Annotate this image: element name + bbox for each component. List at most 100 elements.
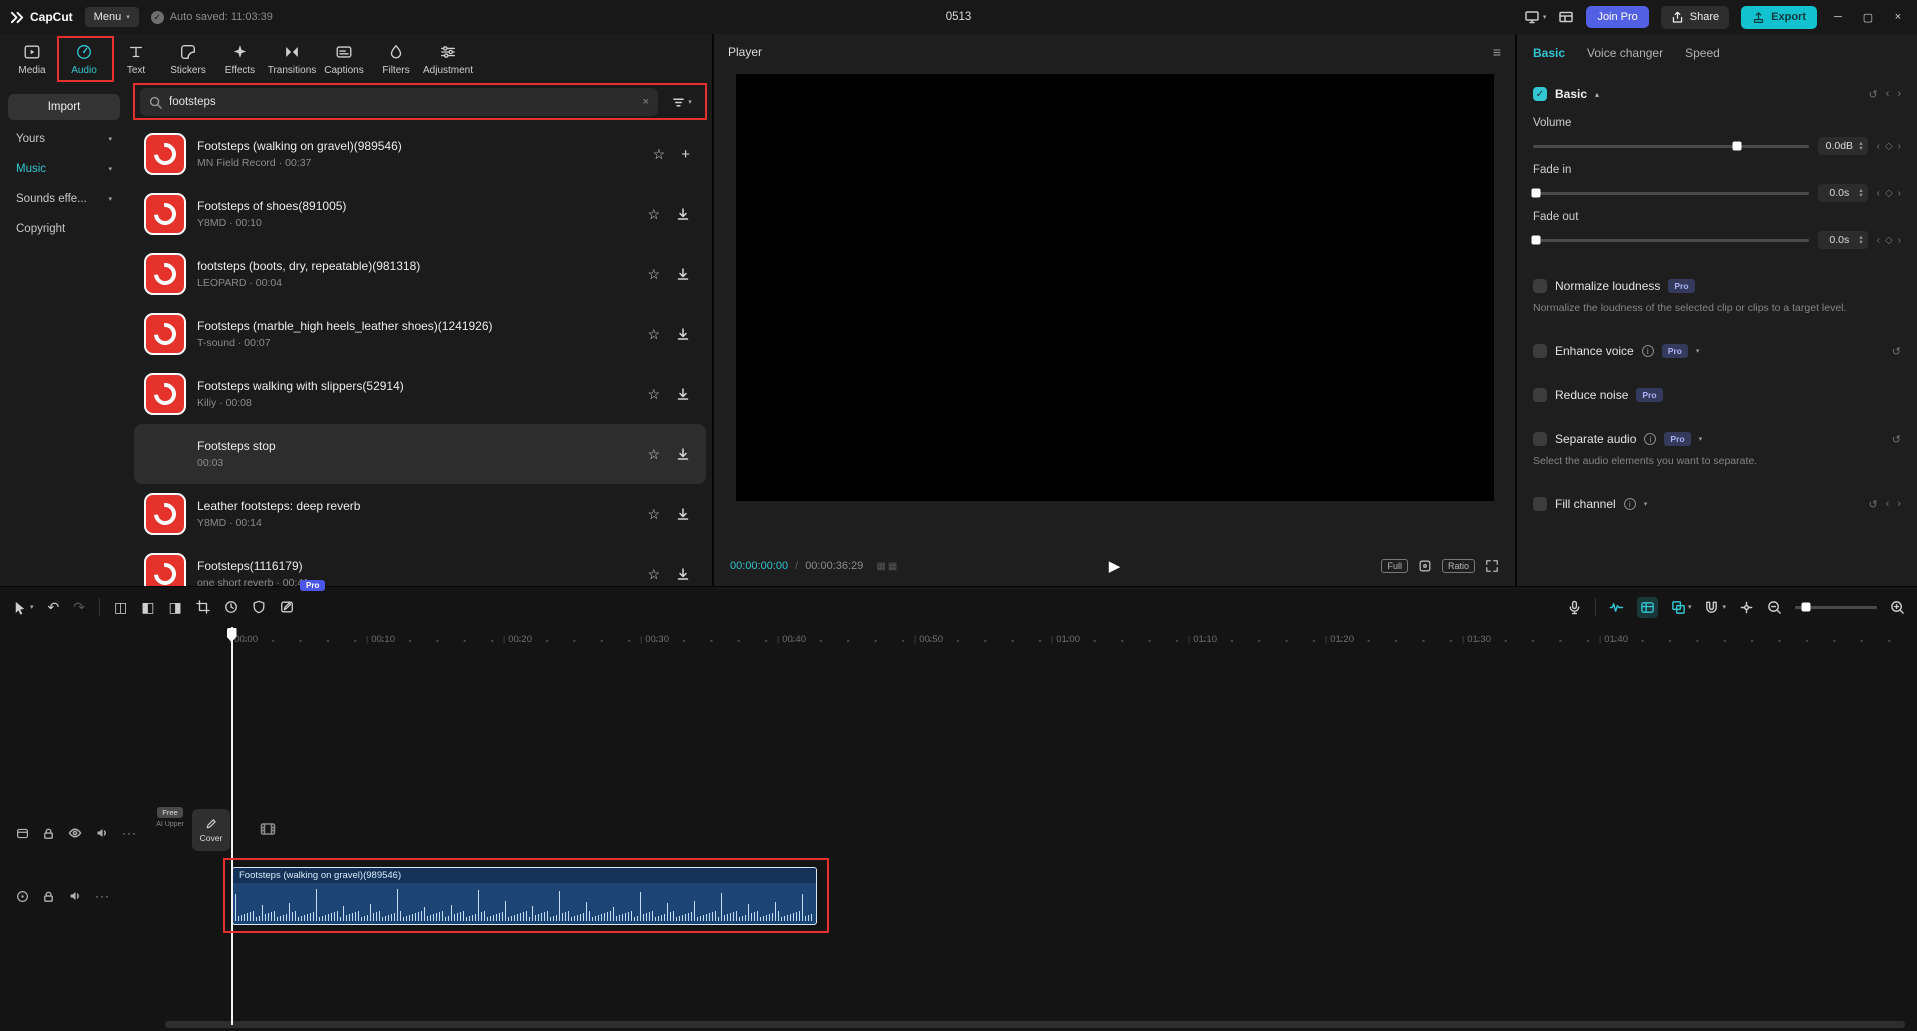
chevron-down-icon[interactable]: ▾ bbox=[1699, 435, 1703, 443]
redo-button[interactable]: ↷ bbox=[73, 599, 85, 616]
keyframe-next-icon[interactable]: › bbox=[1897, 498, 1901, 510]
download-icon[interactable] bbox=[676, 567, 690, 581]
ai-feature-shortcut[interactable]: Free AI Upper bbox=[155, 807, 185, 857]
favorite-icon[interactable]: ☆ bbox=[647, 206, 660, 223]
keyframe-prev-icon[interactable]: ‹ bbox=[1877, 188, 1880, 199]
reset-icon[interactable]: ↺ bbox=[1868, 498, 1877, 511]
linked-selection-button[interactable] bbox=[1739, 600, 1754, 615]
keyframe-add-icon[interactable]: ◇ bbox=[1885, 141, 1893, 152]
reduce-noise-checkbox[interactable] bbox=[1533, 388, 1547, 402]
keyframe-next-icon[interactable]: › bbox=[1897, 88, 1901, 100]
sidebar-item-copyright[interactable]: Copyright bbox=[8, 217, 120, 240]
favorite-icon[interactable]: ☆ bbox=[647, 266, 660, 283]
timeline-zoom-slider[interactable] bbox=[1795, 602, 1877, 612]
info-icon[interactable]: i bbox=[1641, 345, 1654, 357]
search-box[interactable]: × bbox=[140, 88, 658, 116]
audio-clip[interactable]: Footsteps (walking on gravel)(989546) bbox=[232, 867, 817, 925]
favorite-icon[interactable]: ☆ bbox=[647, 446, 660, 463]
normalize-loudness-checkbox[interactable] bbox=[1533, 279, 1547, 293]
sidebar-item-yours[interactable]: Yours ▾ bbox=[8, 127, 120, 150]
close-button[interactable]: × bbox=[1889, 11, 1907, 23]
tab-audio[interactable]: Audio bbox=[58, 36, 110, 82]
mute-icon[interactable] bbox=[95, 826, 109, 840]
search-input[interactable] bbox=[169, 96, 636, 108]
keyframe-next-icon[interactable]: › bbox=[1898, 235, 1901, 246]
favorite-icon[interactable]: ☆ bbox=[653, 146, 666, 163]
mask-button[interactable] bbox=[252, 600, 266, 614]
audio-result-item[interactable]: Footsteps stop 00:03 ☆ bbox=[134, 424, 706, 484]
minimize-button[interactable]: ─ bbox=[1829, 11, 1847, 23]
magnet-snap-button[interactable]: ▾ bbox=[1704, 600, 1726, 615]
tab-text[interactable]: Text bbox=[110, 36, 162, 82]
fullscreen-icon[interactable] bbox=[1485, 559, 1499, 573]
display-settings-icon[interactable]: ▾ bbox=[1524, 9, 1546, 25]
keyframe-prev-icon[interactable]: ‹ bbox=[1886, 498, 1890, 510]
favorite-icon[interactable]: ☆ bbox=[647, 566, 660, 583]
stepper-icons[interactable]: ▴ ▾ bbox=[1859, 234, 1862, 246]
tab-basic[interactable]: Basic bbox=[1533, 46, 1565, 60]
reset-icon[interactable]: ↺ bbox=[1868, 88, 1877, 101]
keyframe-add-icon[interactable]: ◇ bbox=[1885, 235, 1893, 246]
download-icon[interactable] bbox=[676, 507, 690, 521]
stepper-icons[interactable]: ▴ ▾ bbox=[1859, 187, 1862, 199]
maximize-button[interactable]: ▢ bbox=[1859, 11, 1877, 24]
frame-view-icons[interactable]: ▦▦ bbox=[876, 561, 899, 572]
basic-section-checkbox[interactable]: ✓ bbox=[1533, 87, 1547, 101]
fade-in-value-box[interactable]: 0.0s ▴ ▾ bbox=[1818, 184, 1868, 202]
fade-out-value-box[interactable]: 0.0s ▴ ▾ bbox=[1818, 231, 1868, 249]
keyframe-prev-icon[interactable]: ‹ bbox=[1886, 88, 1890, 100]
video-track-icon[interactable] bbox=[16, 827, 29, 840]
timeline-tracks[interactable]: ··· ··· Free AI Upper Cover Footsteps (w… bbox=[0, 627, 1917, 1031]
menu-button[interactable]: Menu ▾ bbox=[84, 7, 139, 27]
tab-stickers[interactable]: Stickers bbox=[162, 36, 214, 82]
full-quality-badge[interactable]: Full bbox=[1381, 559, 1408, 573]
track-view-toggle-button[interactable] bbox=[1636, 596, 1658, 618]
reset-icon[interactable]: ↺ bbox=[1892, 433, 1901, 446]
undo-button[interactable]: ↶ bbox=[48, 599, 60, 616]
more-options-icon[interactable]: ··· bbox=[95, 889, 110, 903]
zoom-out-button[interactable] bbox=[1767, 600, 1782, 615]
timeline-ruler[interactable]: 00:00 00:10 00:20 00:30 00:40 00:50 01:0… bbox=[0, 627, 1917, 651]
keyframe-prev-icon[interactable]: ‹ bbox=[1877, 141, 1880, 152]
sidebar-item-music[interactable]: Music ▾ bbox=[8, 157, 120, 180]
layers-toggle-button[interactable]: ▾ bbox=[1671, 600, 1691, 615]
tab-effects[interactable]: Effects bbox=[214, 36, 266, 82]
stepper-icons[interactable]: ▴ ▾ bbox=[1859, 140, 1862, 152]
favorite-icon[interactable]: ☆ bbox=[647, 326, 660, 343]
select-tool-button[interactable]: ▾ bbox=[12, 600, 34, 615]
tab-adjustment[interactable]: Adjustment bbox=[422, 36, 474, 82]
download-icon[interactable] bbox=[676, 387, 690, 401]
download-icon[interactable] bbox=[676, 327, 690, 341]
tab-speed[interactable]: Speed bbox=[1685, 46, 1720, 60]
clear-search-icon[interactable]: × bbox=[643, 96, 649, 108]
keyframe-add-icon[interactable]: ◇ bbox=[1885, 188, 1893, 199]
favorite-icon[interactable]: ☆ bbox=[647, 506, 660, 523]
audio-result-item[interactable]: Leather footsteps: deep reverb Y8MD · 00… bbox=[134, 484, 706, 544]
chevron-down-icon[interactable]: ▾ bbox=[1696, 347, 1700, 355]
share-button[interactable]: Share bbox=[1660, 5, 1730, 29]
keyframe-prev-icon[interactable]: ‹ bbox=[1877, 235, 1880, 246]
play-button[interactable]: ▶ bbox=[1109, 557, 1121, 575]
fill-channel-checkbox[interactable] bbox=[1533, 497, 1547, 511]
download-icon[interactable] bbox=[676, 447, 690, 461]
download-icon[interactable] bbox=[676, 207, 690, 221]
crop-button[interactable] bbox=[195, 600, 210, 614]
split-button[interactable]: ◫ bbox=[114, 599, 127, 616]
join-pro-button[interactable]: Join Pro bbox=[1586, 6, 1649, 28]
lock-icon[interactable] bbox=[42, 890, 55, 903]
tab-captions[interactable]: Captions bbox=[318, 36, 370, 82]
audio-track-icon[interactable] bbox=[16, 890, 29, 903]
playhead-line[interactable] bbox=[231, 627, 233, 1025]
add-to-timeline-icon[interactable]: + bbox=[681, 146, 690, 163]
reset-icon[interactable]: ↺ bbox=[1892, 345, 1901, 358]
edit-pro-button[interactable] bbox=[280, 600, 294, 614]
zoom-in-button[interactable] bbox=[1890, 600, 1905, 615]
audio-result-item[interactable]: Footsteps of shoes(891005) Y8MD · 00:10 … bbox=[134, 184, 706, 244]
fade-in-slider[interactable] bbox=[1531, 188, 1810, 198]
chevron-down-icon[interactable]: ▾ bbox=[1644, 500, 1648, 508]
delete-right-button[interactable]: ◨ bbox=[168, 599, 181, 616]
tab-voice-changer[interactable]: Voice changer bbox=[1587, 46, 1663, 60]
horizontal-scrollbar[interactable] bbox=[165, 1021, 1905, 1028]
fade-out-slider[interactable] bbox=[1531, 235, 1810, 245]
download-icon[interactable] bbox=[676, 267, 690, 281]
